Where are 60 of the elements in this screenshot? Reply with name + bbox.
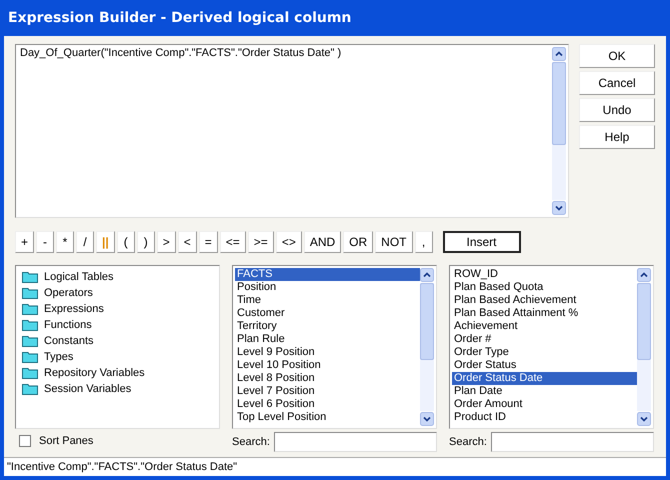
operator-button[interactable]: <> (276, 231, 302, 253)
table-item[interactable]: Level 6 Position (235, 398, 420, 411)
category-item[interactable]: Functions (44, 319, 92, 331)
window-title: Expression Builder - Derived logical column (7, 9, 352, 28)
column-item[interactable]: Product ID (452, 411, 637, 424)
column-item[interactable]: Plan Based Quota (452, 281, 637, 294)
expression-text: Day_Of_Quarter("Incentive Comp"."FACTS"."Order Status Date" ) (20, 47, 342, 61)
operator-button[interactable]: - (36, 231, 54, 253)
column-item[interactable]: Plan Based Attainment % (452, 307, 637, 320)
table-item[interactable]: FACTS (235, 268, 420, 281)
table-item[interactable]: Level 10 Position (235, 359, 420, 372)
column-item[interactable]: Order Status (452, 359, 637, 372)
column-item[interactable]: Order # (452, 333, 637, 346)
category-item[interactable]: Types (44, 351, 74, 363)
dialog-button[interactable]: OK (579, 44, 655, 68)
category-item[interactable]: Expressions (44, 303, 104, 315)
search-label: Search: (449, 436, 487, 448)
operator-button[interactable]: ( (116, 231, 135, 253)
search-label: Search: (232, 436, 270, 448)
category-item[interactable]: Logical Tables (44, 271, 114, 283)
dialog-button[interactable]: Cancel (579, 71, 655, 95)
status-bar: "Incentive Comp"."FACTS"."Order Status Date" (4, 457, 666, 476)
category-item[interactable]: Operators (44, 287, 93, 299)
operator-button[interactable]: * (56, 231, 74, 253)
operator-button[interactable]: >= (248, 231, 274, 253)
column-item[interactable]: Plan Date (452, 385, 637, 398)
column-item[interactable]: Achievement (452, 320, 637, 333)
operator-button[interactable]: , (414, 231, 433, 253)
operator-button[interactable]: ) (136, 231, 155, 253)
category-item[interactable]: Repository Variables (44, 367, 145, 379)
dialog-button[interactable]: Help (579, 125, 655, 149)
category-item[interactable]: Constants (44, 335, 94, 347)
operator-button[interactable]: < (178, 231, 197, 253)
operator-button[interactable]: NOT (375, 231, 413, 253)
table-item[interactable]: Level 8 Position (235, 372, 420, 385)
operator-button[interactable]: + (15, 231, 34, 253)
operator-button[interactable]: <= (220, 231, 246, 253)
column-item[interactable]: Order Amount (452, 398, 637, 411)
table-item[interactable]: Top Level Position (235, 411, 420, 424)
operator-button[interactable]: = (198, 231, 218, 253)
column-item[interactable]: Plan Based Achievement (452, 294, 637, 307)
column-item[interactable]: Order Status Date (452, 372, 637, 385)
table-item[interactable]: Position (235, 281, 420, 294)
table-item[interactable]: Level 9 Position (235, 346, 420, 359)
table-item[interactable]: Customer (235, 307, 420, 320)
column-item[interactable]: Order Type (452, 346, 637, 359)
category-item[interactable]: Session Variables (44, 383, 132, 395)
table-item[interactable]: Territory (235, 320, 420, 333)
expression-field[interactable]: Day_Of_Quarter("Incentive Comp"."FACTS"."Order Status Date" ) (15, 44, 569, 218)
insert-button[interactable]: Insert (442, 231, 521, 253)
table-item[interactable]: Time (235, 294, 420, 307)
table-item[interactable]: Level 7 Position (235, 385, 420, 398)
operator-button[interactable]: OR (343, 231, 374, 253)
column-item[interactable]: ROW_ID (452, 268, 637, 281)
operator-button[interactable]: / (76, 231, 94, 253)
operator-button[interactable]: > (156, 231, 176, 253)
sort-panes-label: Sort Panes (39, 435, 94, 447)
dialog-button[interactable]: Undo (579, 98, 655, 122)
table-item[interactable]: Plan Rule (235, 333, 420, 346)
operator-button[interactable]: AND (304, 231, 342, 253)
